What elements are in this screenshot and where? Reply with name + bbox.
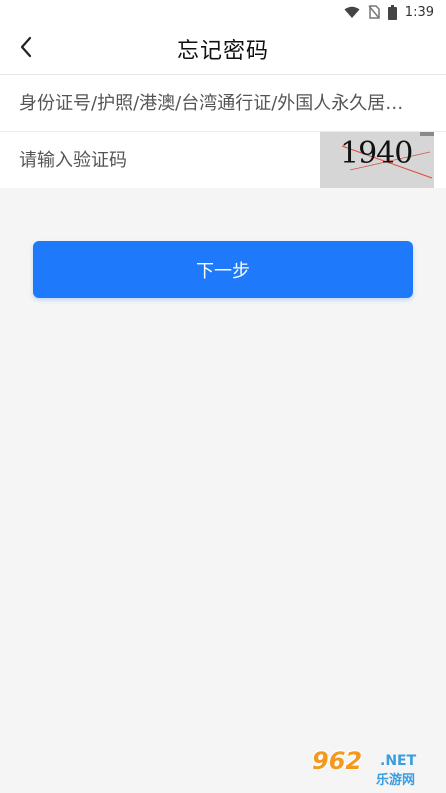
captcha-image[interactable]: 1940 — [320, 132, 434, 188]
next-step-button[interactable]: 下一步 — [33, 241, 413, 298]
id-number-row — [0, 75, 446, 131]
id-number-input[interactable] — [19, 75, 409, 131]
status-bar: 1:39 — [0, 0, 446, 24]
chevron-left-icon — [19, 36, 33, 62]
watermark-net: .NET — [380, 753, 417, 769]
watermark-logo: 962 .NET 乐游网 — [306, 747, 438, 788]
battery-icon — [387, 4, 397, 20]
captcha-text: 1940 — [340, 136, 413, 171]
back-button[interactable] — [8, 31, 44, 67]
page-title: 忘记密码 — [176, 39, 269, 64]
captcha-input[interactable] — [19, 132, 299, 188]
wifi-icon — [344, 6, 360, 19]
no-sim-icon — [368, 5, 380, 19]
watermark-main: 962 — [312, 747, 363, 775]
watermark-sub: 乐游网 — [376, 773, 416, 788]
status-time: 1:39 — [404, 4, 434, 20]
nav-bar: 忘记密码 — [0, 24, 446, 74]
